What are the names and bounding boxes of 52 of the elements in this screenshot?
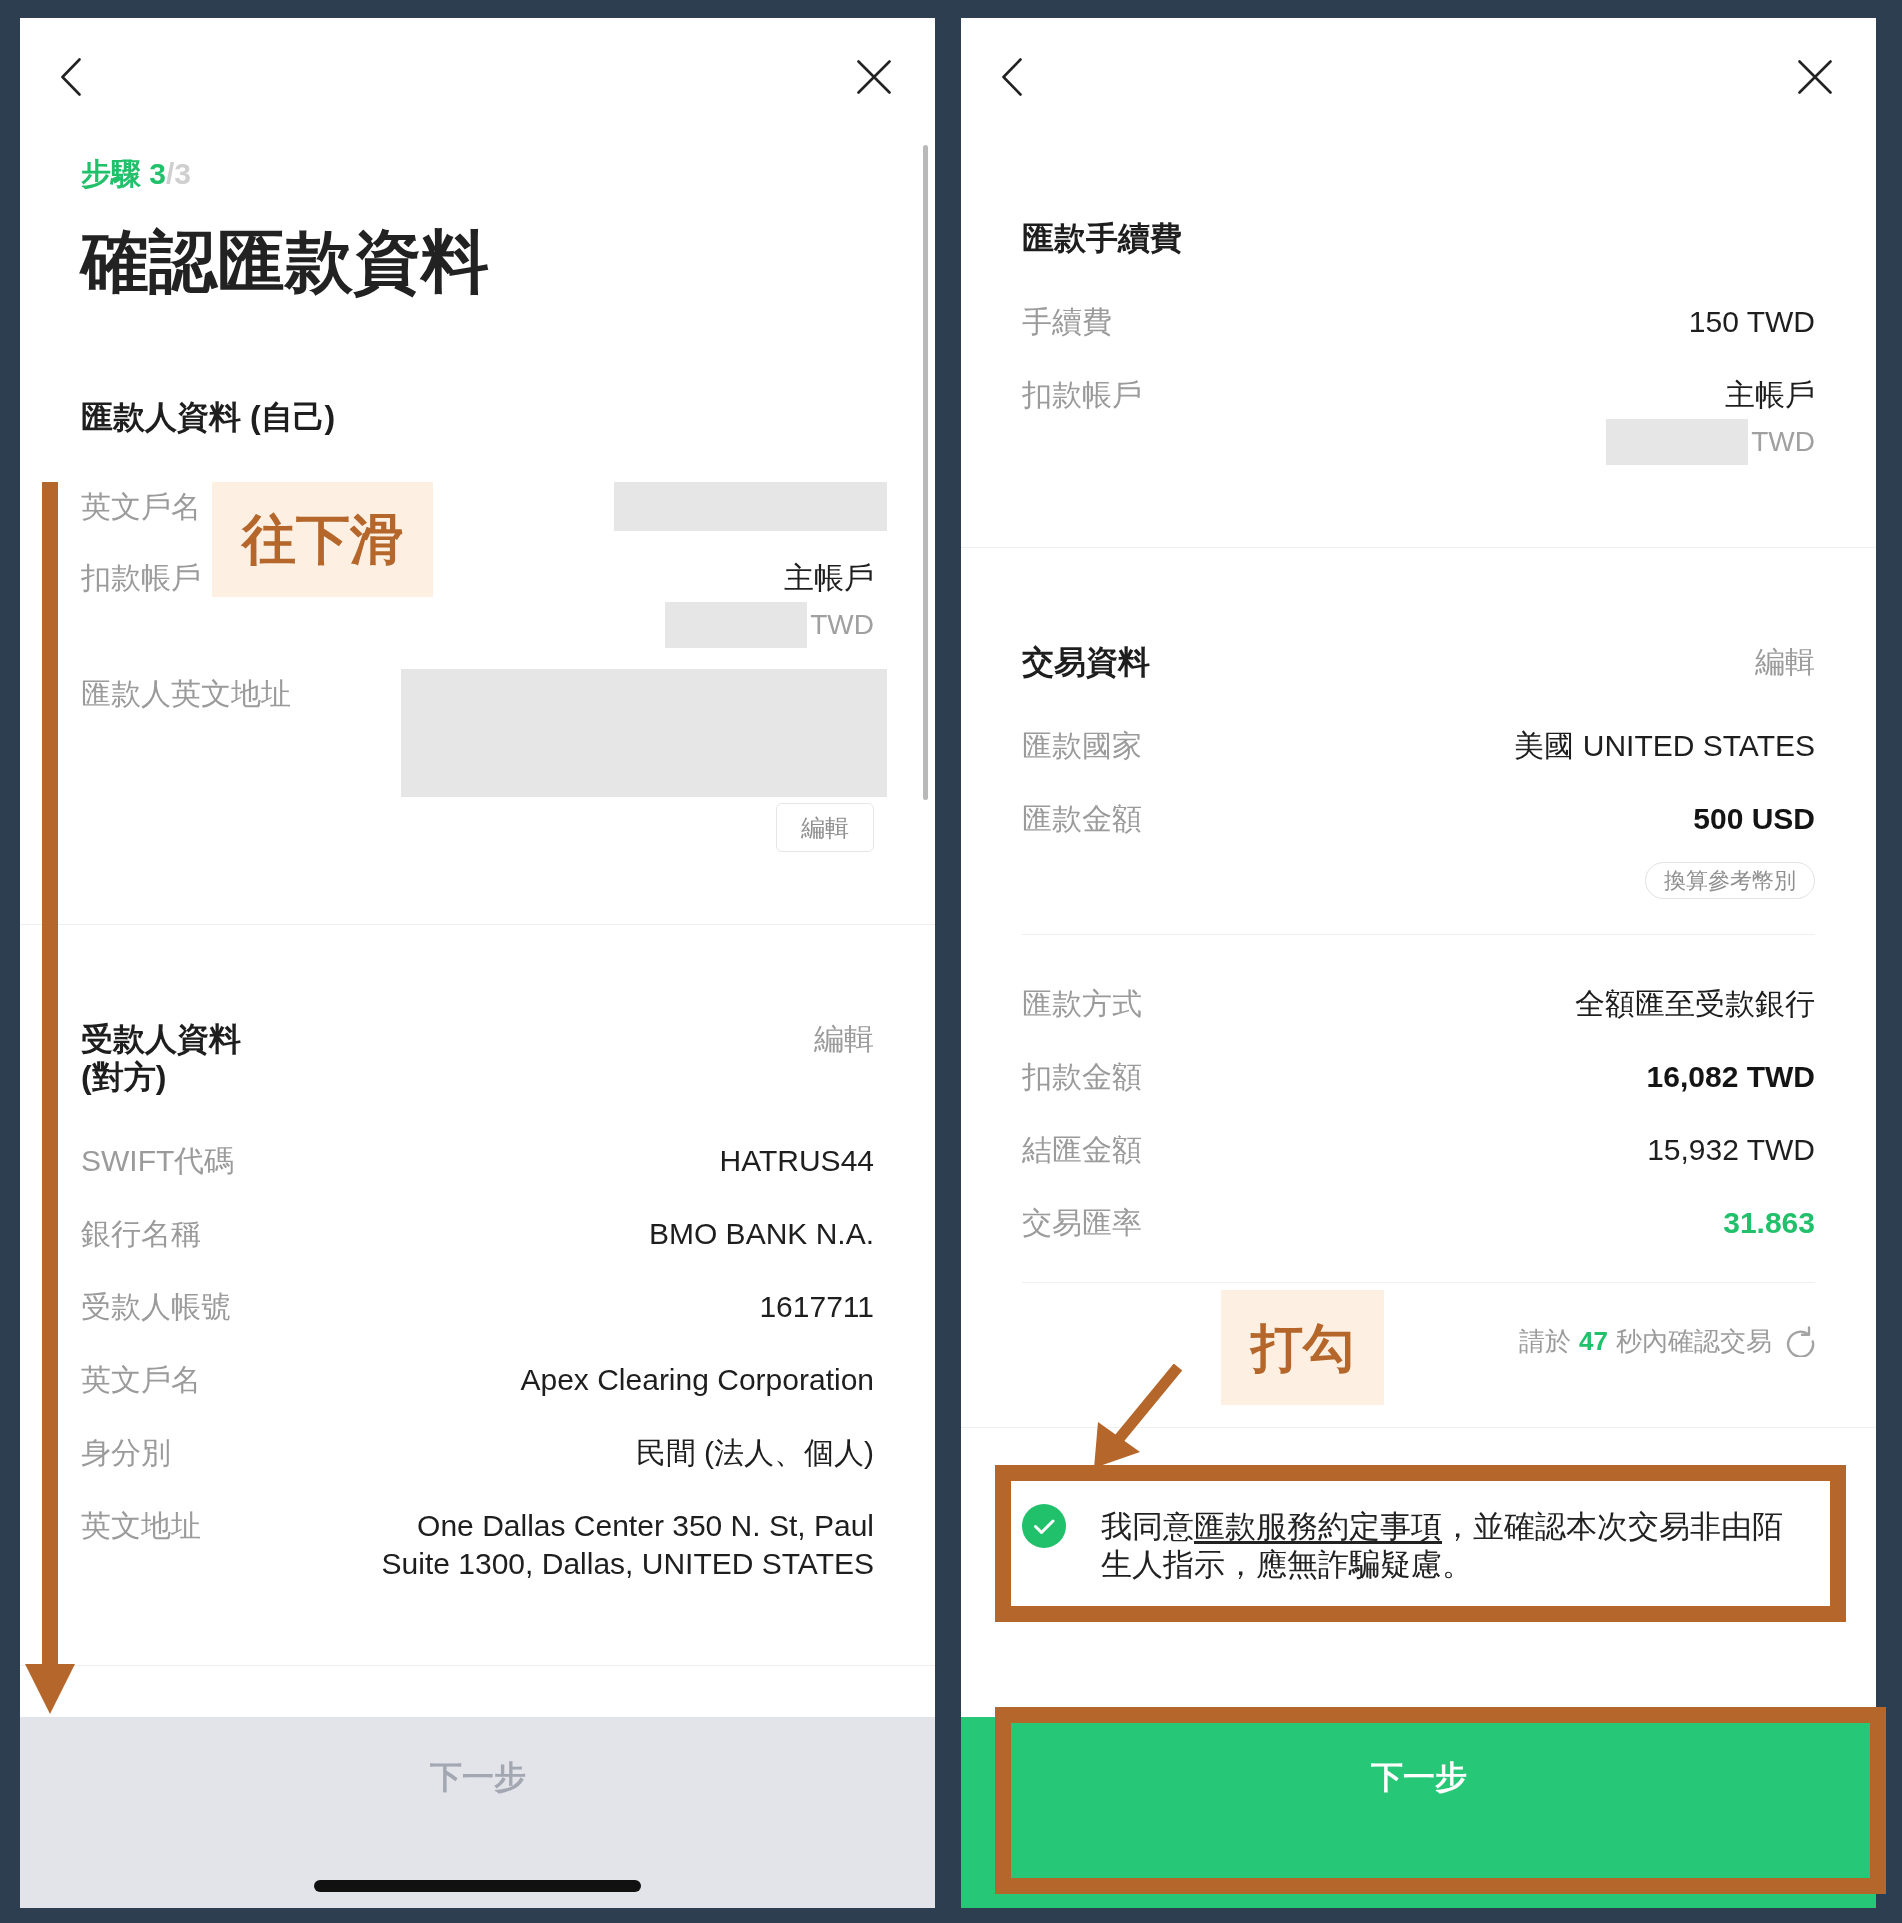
section-title: 受款人資料 (對方)	[81, 1020, 242, 1096]
field-value: 16,082 TWD	[1646, 1059, 1815, 1095]
check-circle-icon[interactable]	[1022, 1504, 1066, 1548]
close-icon[interactable]	[857, 60, 891, 94]
hint-label: 打勾	[1221, 1290, 1384, 1405]
field-label: 扣款帳戶	[1022, 377, 1142, 413]
field-label: 匯款國家	[1022, 728, 1142, 764]
close-icon[interactable]	[1798, 60, 1832, 94]
hint-label: 往下滑	[212, 482, 433, 597]
field-label: 匯款人英文地址	[81, 677, 291, 710]
field-label: 英文戶名	[81, 488, 201, 525]
countdown-text: 請於 47 秒內確認交易	[1519, 1325, 1772, 1358]
field-value: 500 USD	[1693, 801, 1815, 837]
field-value: BMO BANK N.A.	[648, 1216, 874, 1252]
field-label: 英文地址	[81, 1508, 201, 1544]
field-label: 身分別	[81, 1435, 171, 1471]
section-title: 匯款人資料 (自己)	[81, 398, 336, 436]
field-label: 匯款方式	[1022, 986, 1142, 1022]
edit-link[interactable]: 編輯	[1755, 643, 1815, 681]
field-label: 英文戶名	[81, 1362, 201, 1398]
edit-link[interactable]: 編輯	[814, 1020, 874, 1058]
field-label: 手續費	[1022, 304, 1112, 340]
field-label: 扣款帳戶	[81, 560, 201, 596]
field-value: 31.863	[1723, 1205, 1815, 1241]
field-value: Apex Clearing Corporation	[520, 1362, 874, 1398]
field-label: 銀行名稱	[81, 1216, 201, 1252]
terms-link[interactable]: 匯款服務約定事項	[1194, 1509, 1442, 1544]
field-value: 美國 UNITED STATES	[1514, 728, 1815, 764]
field-label: 匯款金額	[1022, 801, 1142, 837]
field-value: 主帳戶	[1725, 377, 1815, 413]
field-label: 結匯金額	[1022, 1132, 1142, 1168]
consent-text: 我同意匯款服務約定事項，並確認本次交易非由陌生人指示，應無詐騙疑慮。	[1101, 1508, 1784, 1584]
section-title: 交易資料	[1022, 643, 1151, 681]
field-value: HATRUS44	[719, 1143, 874, 1179]
field-value: One Dallas Center 350 N. St, Paul Suite 1300, Dallas, UNITED STATES	[381, 1508, 874, 1582]
back-icon[interactable]	[1002, 58, 1022, 96]
field-label: 扣款金額	[1022, 1059, 1142, 1095]
field-value: 全額匯至受款銀行	[1575, 986, 1815, 1022]
field-label: 受款人帳號	[81, 1289, 231, 1325]
page-title: 確認匯款資料	[81, 222, 489, 301]
field-label: 交易匯率	[1022, 1205, 1142, 1241]
field-value: 1617711	[759, 1289, 874, 1325]
field-value: 主帳戶	[784, 560, 874, 596]
field-value: 15,932 TWD	[1647, 1132, 1815, 1168]
currency-code: TWD	[810, 608, 874, 642]
field-label: SWIFT代碼	[81, 1143, 235, 1179]
back-icon[interactable]	[61, 58, 81, 96]
field-value: 民間 (法人、個人)	[635, 1435, 874, 1471]
edit-button[interactable]: 編輯	[776, 803, 874, 852]
field-value: 150 TWD	[1688, 304, 1815, 340]
currency-code: TWD	[1751, 425, 1815, 459]
section-title: 匯款手續費	[1022, 219, 1182, 257]
